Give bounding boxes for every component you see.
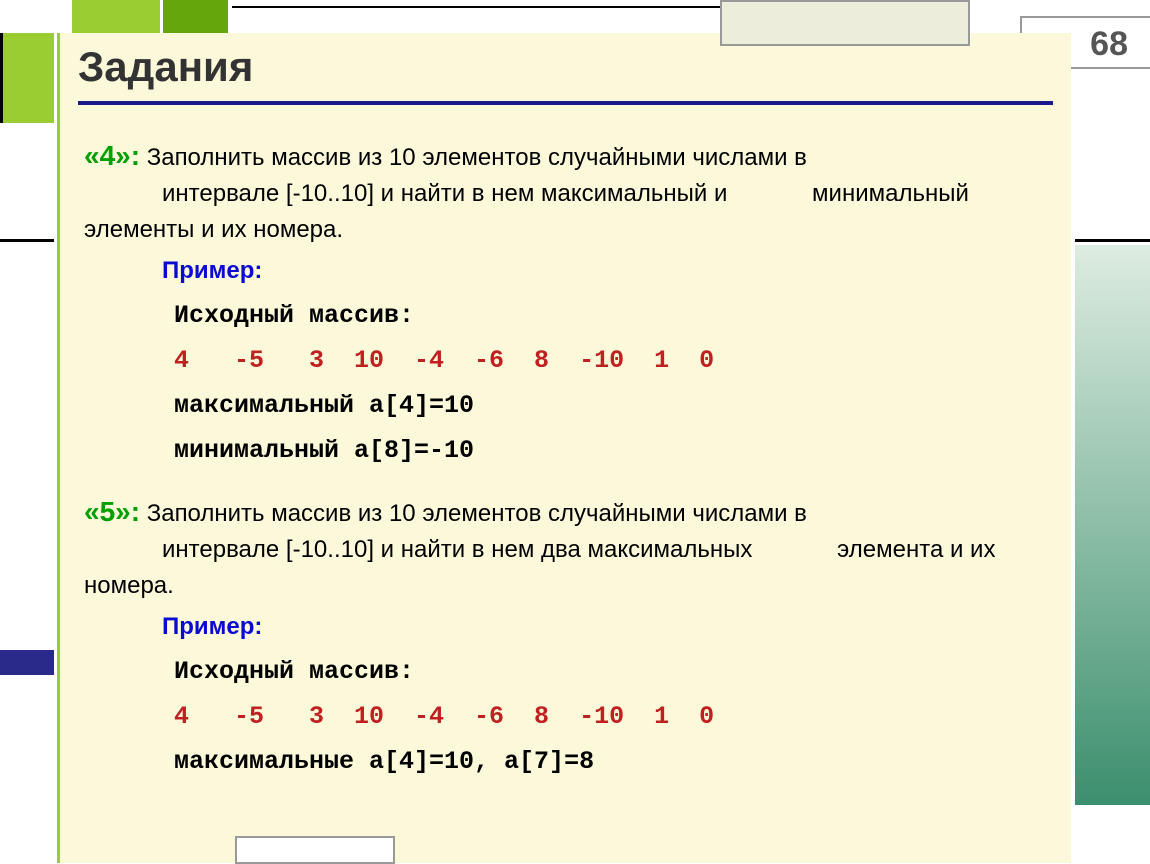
slide-number: 68	[1090, 25, 1128, 64]
task-5-max: максимальные a[4]=10, a[7]=8	[84, 743, 1047, 780]
task-4: «4»: Заполнить массив из 10 элементов сл…	[84, 135, 1047, 469]
task-4-array: 4 -5 3 10 -4 -6 8 -10 1 0	[84, 342, 1047, 379]
task-4-text-line1: Заполнить массив из 10 элементов случайн…	[147, 144, 807, 171]
task-4-max: максимальный a[4]=10	[84, 387, 1047, 424]
task-5-array: 4 -5 3 10 -4 -6 8 -10 1 0	[84, 698, 1047, 735]
deco-left-green	[0, 33, 54, 123]
task-5-source-label: Исходный массив:	[84, 653, 1047, 690]
deco-bottom-box	[235, 836, 395, 864]
deco-green-block-2	[163, 0, 228, 33]
deco-right-line	[1075, 239, 1150, 242]
task-5-text-line1: Заполнить массив из 10 элементов случайн…	[147, 500, 807, 527]
task-5-header: «5»: Заполнить массив из 10 элементов сл…	[84, 491, 1047, 532]
task-4-header: «4»: Заполнить массив из 10 элементов сл…	[84, 135, 1047, 176]
task-4-label: «4»:	[84, 140, 140, 171]
deco-left-blue	[0, 650, 54, 675]
task-5-text-line2: интервале [-10..10] и найти в нем два ма…	[84, 536, 752, 563]
deco-left-line	[0, 239, 54, 242]
deco-top-line	[232, 6, 722, 8]
task-5-example-label: Пример:	[84, 609, 1047, 645]
task-4-example-label: Пример:	[84, 253, 1047, 289]
slide-content: Задания «4»: Заполнить массив из 10 элем…	[57, 33, 1071, 863]
deco-green-block-1	[72, 0, 160, 33]
task-4-source-label: Исходный массив:	[84, 297, 1047, 334]
task-4-min: минимальный a[8]=-10	[84, 432, 1047, 469]
task-5: «5»: Заполнить массив из 10 элементов сл…	[84, 491, 1047, 780]
deco-right-gradient	[1075, 245, 1150, 805]
task-4-text-line2: интервале [-10..10] и найти в нем максим…	[84, 180, 727, 207]
slide-body: «4»: Заполнить массив из 10 элементов сл…	[60, 105, 1071, 780]
task-5-label: «5»:	[84, 496, 140, 527]
deco-top-box-beige	[720, 0, 970, 46]
